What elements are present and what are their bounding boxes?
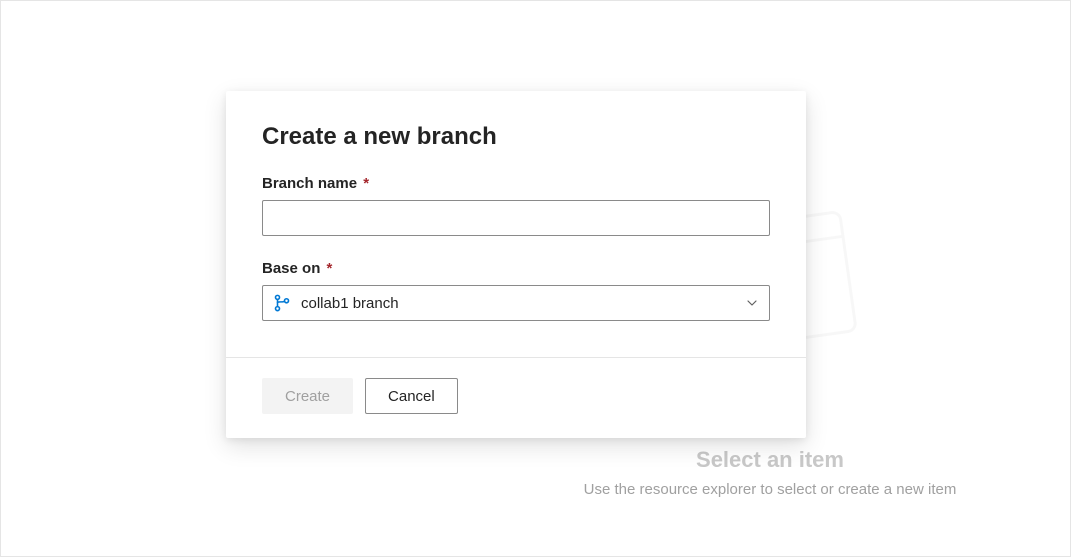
dialog-footer: Create Cancel xyxy=(226,357,806,438)
chevron-down-icon xyxy=(745,296,759,310)
base-on-selected-value: collab1 branch xyxy=(301,295,745,312)
dialog-title: Create a new branch xyxy=(262,123,770,151)
base-on-group: Base on * collab1 branch xyxy=(262,260,770,321)
required-asterisk: * xyxy=(363,175,369,192)
branch-name-group: Branch name * xyxy=(262,175,770,236)
branch-name-label: Branch name * xyxy=(262,175,369,192)
required-asterisk: * xyxy=(327,260,333,277)
branch-name-label-text: Branch name xyxy=(262,175,357,192)
empty-state-heading: Select an item xyxy=(696,447,844,473)
create-button[interactable]: Create xyxy=(262,378,353,414)
cancel-button[interactable]: Cancel xyxy=(365,378,458,414)
dialog-body: Create a new branch Branch name * Base o… xyxy=(226,91,806,357)
empty-state-subtext: Use the resource explorer to select or c… xyxy=(584,481,957,498)
branch-name-input[interactable] xyxy=(262,200,770,236)
create-branch-dialog: Create a new branch Branch name * Base o… xyxy=(226,91,806,438)
base-on-label-text: Base on xyxy=(262,260,320,277)
branch-icon xyxy=(273,294,291,312)
base-on-label: Base on * xyxy=(262,260,332,277)
base-on-dropdown[interactable]: collab1 branch xyxy=(262,285,770,321)
